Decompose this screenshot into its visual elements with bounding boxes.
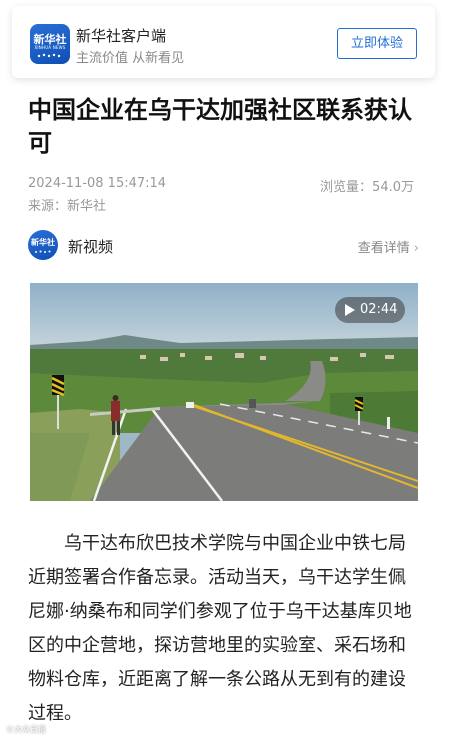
logo-subtext: XINHUA NEWS [34, 45, 66, 50]
app-download-banner[interactable]: 新华社 XINHUA NEWS 新华社客户端 主流价值 从新看见 立即体验 [12, 6, 435, 78]
article-body: 乌干达布欣巴技术学院与中国企业中铁七局近期签署合作备忘录。活动当天，乌干达学生佩… [28, 533, 412, 724]
logo-globe-icon [37, 53, 61, 58]
video-duration: 02:44 [360, 302, 398, 317]
view-details-link[interactable]: 查看详情 › [358, 237, 419, 256]
chevron-right-icon: › [413, 241, 419, 256]
video-player[interactable]: 02:44 [30, 283, 418, 501]
app-name: 新华社客户端 [76, 27, 167, 45]
try-now-button[interactable]: 立即体验 [337, 28, 417, 59]
channel-name[interactable]: 新视频 [68, 236, 113, 257]
article-title: 中国企业在乌干达加强社区联系获认可 [28, 96, 412, 157]
avatar-text: 新华社 [31, 238, 55, 247]
xinhua-logo: 新华社 XINHUA NEWS [30, 24, 70, 64]
play-icon [345, 304, 355, 316]
view-count: 浏览量：54.0万 [320, 180, 414, 195]
publish-time: 2024-11-08 15:47:14 [28, 176, 167, 191]
article-source: 来源：新华社 [28, 199, 107, 214]
channel-avatar[interactable]: 新华社 [28, 230, 58, 260]
app-slogan: 主流价值 从新看见 [76, 51, 185, 66]
view-details-label: 查看详情 [357, 241, 410, 256]
watermark: ©大众日报 [6, 725, 46, 734]
video-duration-badge[interactable]: 02:44 [335, 297, 405, 323]
avatar-globe-icon [35, 250, 51, 253]
